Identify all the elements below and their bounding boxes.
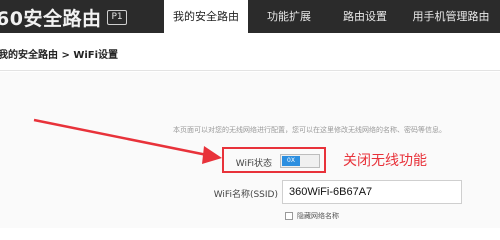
ssid-input[interactable]: 360WiFi-6B67A7 [282, 180, 462, 204]
brand-title: 60安全路由 [0, 7, 102, 30]
tab-mobile-manage[interactable]: 用手机管理路由 [402, 0, 500, 33]
hide-network-checkbox[interactable] [285, 212, 293, 220]
highlight-box [222, 147, 326, 173]
brand-logo[interactable]: 60安全路由 P1 [0, 4, 127, 30]
tab-extensions[interactable]: 功能扩展 [250, 0, 328, 33]
hide-network-label: 隐藏网络名称 [297, 212, 339, 220]
annotation-text: 关闭无线功能 [343, 153, 427, 169]
top-nav-bar: 60安全路由 P1 我的安全路由 功能扩展 路由设置 用手机管理路由 [0, 0, 500, 33]
breadcrumb-bar: 我的安全路由 > WiFi设置 [0, 33, 500, 71]
hide-network-row[interactable]: 隐藏网络名称 [285, 210, 339, 222]
ssid-label: WiFi名称(SSID) [213, 190, 278, 200]
tab-router-settings[interactable]: 路由设置 [330, 0, 400, 33]
tab-my-router[interactable]: 我的安全路由 [164, 0, 248, 33]
model-badge: P1 [107, 9, 127, 25]
page-description: 本页面可以对您的无线网络进行配置，您可以在这里修改无线网络的名称、密码等信息。 [173, 126, 446, 134]
breadcrumb: 我的安全路由 > WiFi设置 [0, 50, 119, 61]
